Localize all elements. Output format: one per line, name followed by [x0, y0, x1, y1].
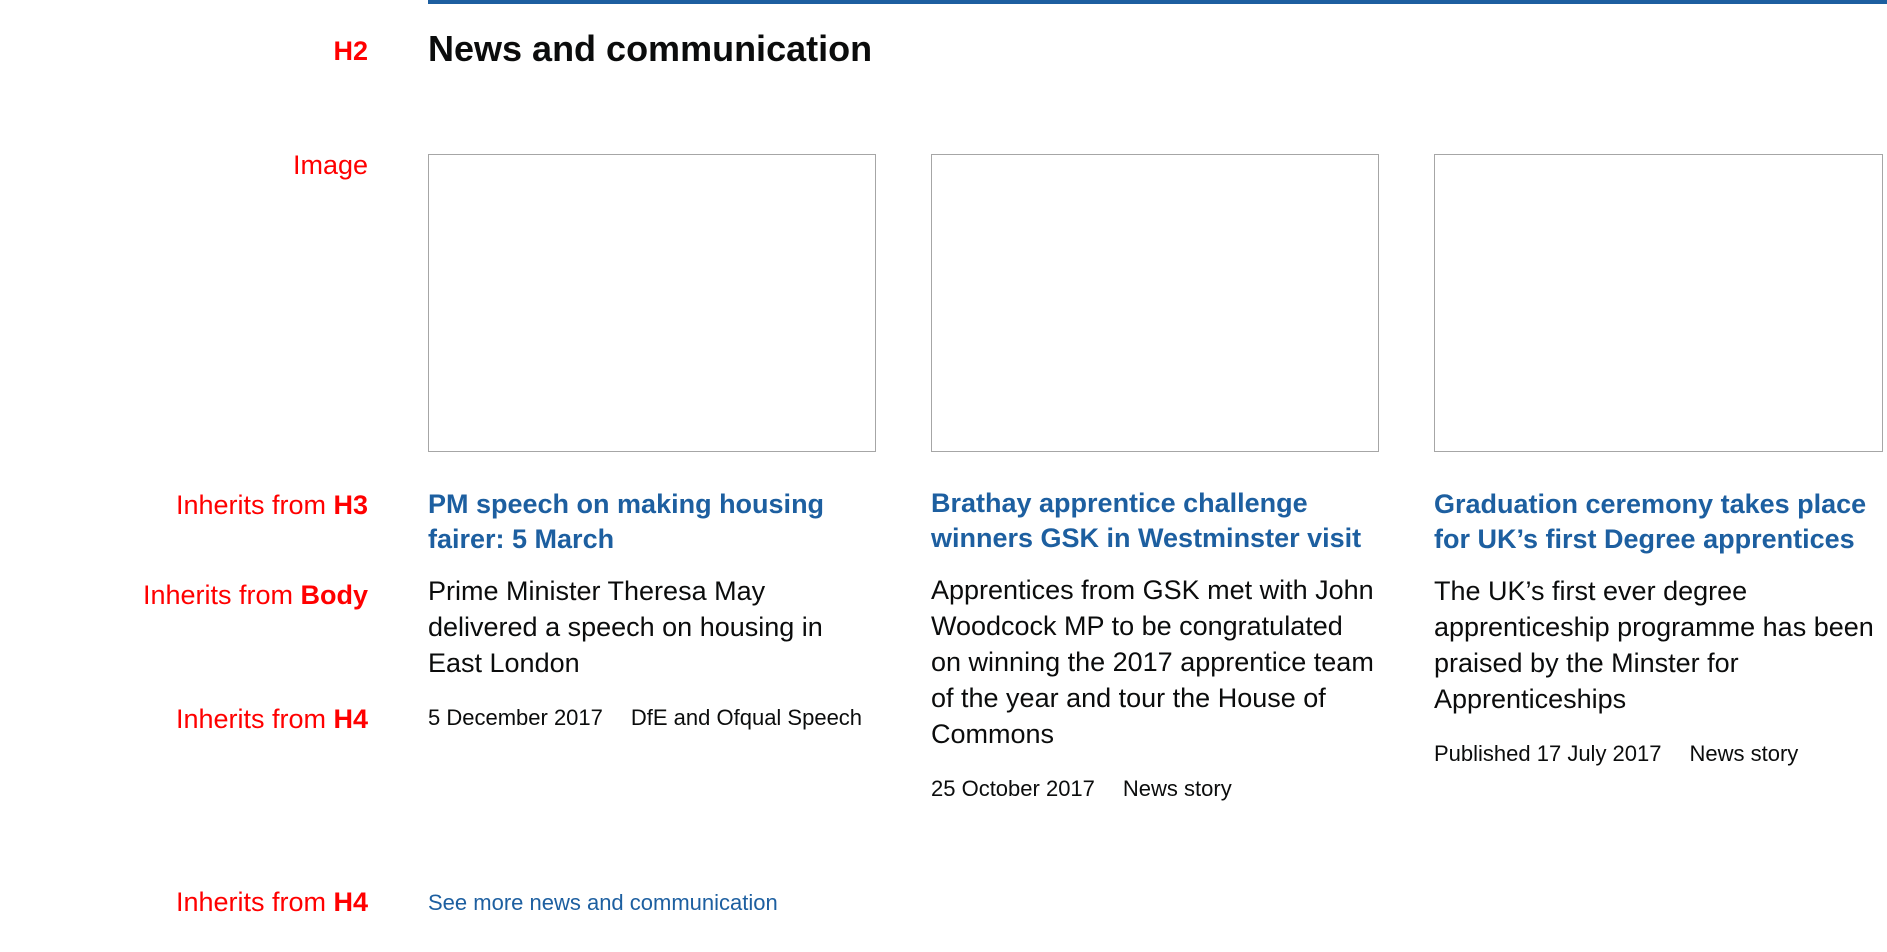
card-meta: Published 17 July 2017 News story — [1434, 737, 1887, 770]
card-title-link[interactable]: Brathay apprentice challenge winners GSK… — [931, 486, 1379, 556]
card-summary: Apprentices from GSK met with John Woodc… — [931, 575, 1374, 749]
see-more-news-link[interactable]: See more news and communication — [428, 890, 778, 916]
card-meta: 25 October 2017 News story — [931, 772, 1379, 805]
annotation-body: Inherits from Body — [142, 580, 368, 610]
annotation-h4-link: Inherits from H4 — [175, 887, 368, 917]
section-top-rule — [428, 0, 1887, 4]
card-image-placeholder — [1434, 154, 1883, 452]
news-card: Graduation ceremony takes place for UK’s… — [1434, 154, 1887, 770]
card-date: 25 October 2017 — [931, 776, 1095, 801]
card-type: DfE and Ofqual Speech — [630, 705, 863, 730]
card-image-placeholder — [931, 154, 1379, 452]
card-summary: Prime Minister Theresa May delivered a s… — [428, 576, 823, 678]
card-meta: 5 December 2017 DfE and Ofqual Speech — [428, 701, 876, 734]
news-card: Brathay apprentice challenge winners GSK… — [931, 154, 1379, 805]
card-date: 5 December 2017 — [428, 705, 603, 730]
annotation-h4-meta: Inherits from H4 — [175, 704, 368, 734]
card-type: News story — [1122, 776, 1232, 801]
news-card: PM speech on making housing fairer: 5 Ma… — [428, 154, 876, 734]
annotation-image: Image — [292, 150, 368, 180]
annotation-h3: Inherits from H3 — [175, 490, 368, 520]
card-title-link[interactable]: Graduation ceremony takes place for UK’s… — [1434, 487, 1887, 557]
card-summary: The UK’s first ever degree apprenticeshi… — [1434, 576, 1874, 714]
card-date: Published 17 July 2017 — [1434, 741, 1662, 766]
card-type: News story — [1689, 741, 1799, 766]
card-title-link[interactable]: PM speech on making housing fairer: 5 Ma… — [428, 487, 876, 557]
section-heading: News and communication — [428, 28, 873, 69]
annotation-h2: H2 — [333, 36, 368, 66]
card-image-placeholder — [428, 154, 876, 452]
